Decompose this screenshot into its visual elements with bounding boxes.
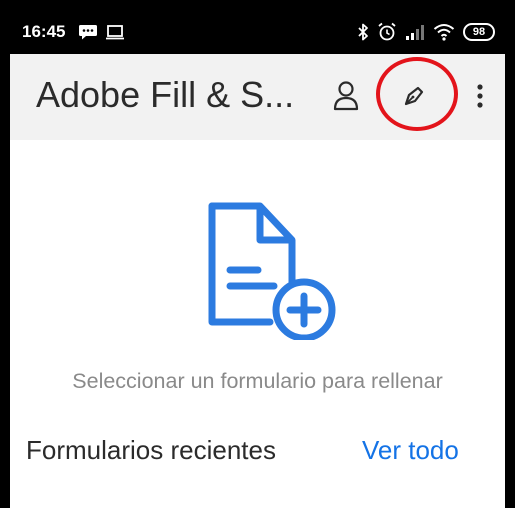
app-title: Adobe Fill & S... <box>36 74 295 115</box>
sign-button[interactable] <box>394 76 434 116</box>
wifi-icon <box>433 24 455 41</box>
screen: 16:45 98 Adobe Fill & S... Seleccionar u… <box>0 0 515 508</box>
empty-state-label: Seleccionar un formulario para rellenar <box>72 369 443 393</box>
status-bar: 16:45 98 <box>10 10 505 54</box>
recent-forms-heading: Formularios recientes <box>26 435 276 465</box>
account-button[interactable] <box>326 76 366 116</box>
add-document-icon[interactable] <box>200 200 340 340</box>
frame-border-left <box>0 0 10 508</box>
frame-border-right <box>505 0 515 508</box>
screen-cast-icon <box>106 25 124 40</box>
alarm-icon <box>378 22 396 41</box>
battery-icon: 98 <box>463 23 495 41</box>
message-icon <box>79 25 97 40</box>
frame-border-top <box>0 0 515 10</box>
battery-level: 98 <box>472 26 486 38</box>
bluetooth-icon <box>358 23 368 41</box>
status-icons: 98 <box>357 20 495 44</box>
more-options-button[interactable] <box>468 76 492 116</box>
sign-pen-icon <box>404 86 424 106</box>
signal-icon <box>406 25 424 40</box>
main-content: Seleccionar un formulario para rellenar … <box>10 140 505 508</box>
more-vert-icon <box>477 84 483 108</box>
status-time: 16:45 <box>22 22 66 41</box>
app-bar: Adobe Fill & S... <box>10 54 505 140</box>
see-all-link[interactable]: Ver todo <box>362 435 459 466</box>
account-icon <box>333 81 359 111</box>
